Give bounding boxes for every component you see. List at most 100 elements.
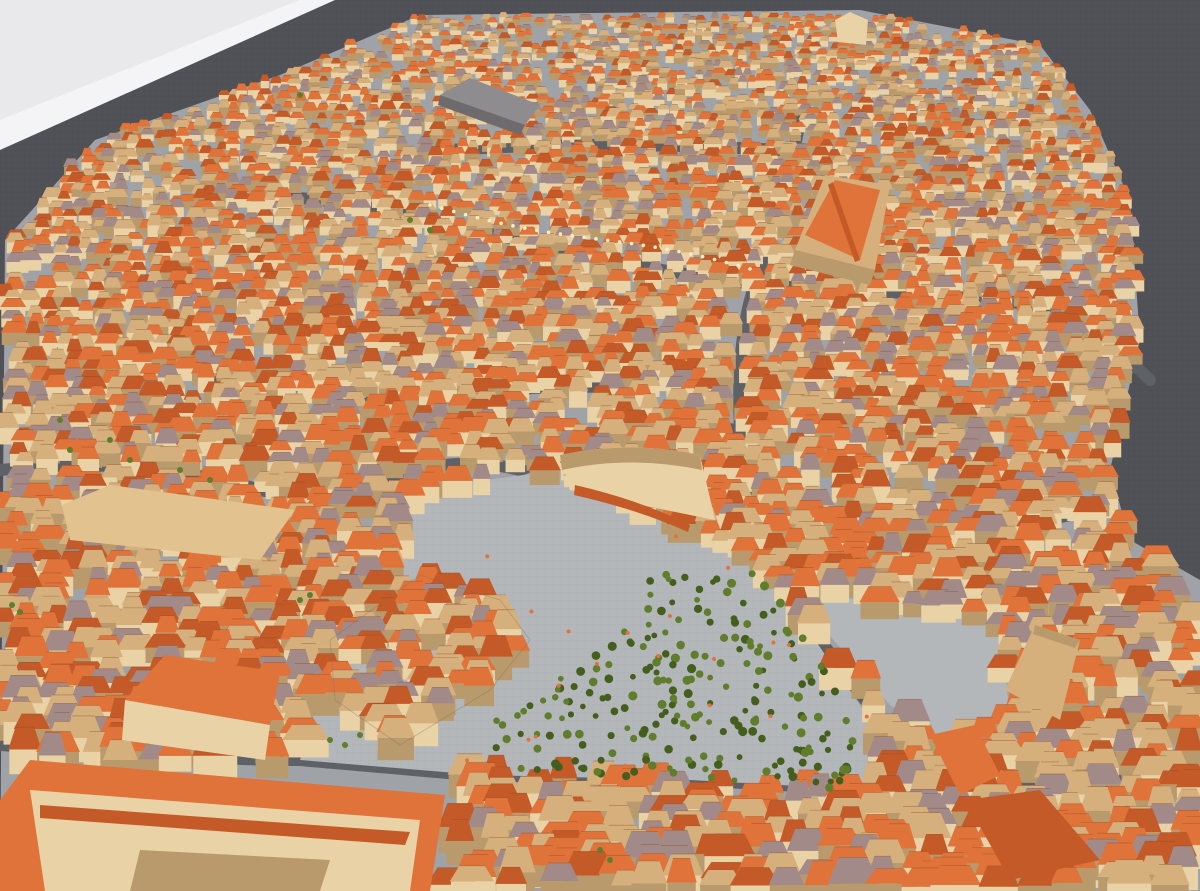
tree (722, 683, 730, 690)
lamp-marker (465, 758, 470, 763)
street-light (700, 254, 705, 259)
tree (743, 620, 752, 628)
tree (819, 734, 827, 743)
tree (736, 754, 743, 760)
lamp-marker (623, 763, 628, 768)
tree (664, 744, 673, 754)
tree (597, 756, 605, 764)
tree (608, 749, 617, 758)
tree (835, 776, 844, 785)
tree (57, 417, 63, 423)
tree (699, 752, 708, 761)
tree (673, 712, 681, 719)
tree (798, 758, 807, 767)
tree (427, 227, 433, 233)
tree (740, 599, 747, 607)
tree (726, 578, 737, 588)
lamp-marker (656, 653, 661, 658)
tree (817, 662, 825, 671)
tree (207, 477, 213, 483)
tree (703, 608, 712, 616)
tree (552, 694, 559, 701)
tree (357, 732, 363, 738)
tree (648, 732, 657, 741)
street-light (428, 203, 432, 207)
tree (731, 633, 740, 642)
tree (657, 699, 667, 709)
tree (774, 773, 781, 780)
street-light (582, 235, 586, 240)
tree (668, 701, 676, 709)
tree (307, 592, 313, 598)
tree (642, 665, 651, 674)
tree (597, 847, 603, 853)
tree (662, 650, 670, 658)
lamp-marker (625, 630, 630, 635)
tree (578, 765, 584, 771)
tree (644, 605, 653, 613)
tree (545, 731, 554, 740)
tree (639, 643, 647, 651)
tree (776, 757, 785, 766)
tree (689, 734, 697, 742)
street-light (570, 233, 575, 238)
city-render-viewport (0, 0, 1200, 891)
tree (592, 664, 601, 673)
tree (842, 717, 850, 725)
tree (646, 577, 654, 585)
tree (526, 702, 534, 710)
tree (610, 707, 619, 716)
tree (731, 777, 738, 784)
tree (831, 771, 839, 779)
tree (771, 629, 777, 636)
street-light (641, 243, 646, 248)
tree (694, 596, 701, 603)
tree (796, 728, 806, 738)
tree (592, 713, 599, 719)
lamp-marker (484, 624, 489, 629)
tree (557, 675, 564, 682)
tree (327, 737, 333, 743)
tree (657, 606, 666, 616)
tree (563, 698, 570, 705)
tree (848, 737, 857, 745)
tree (607, 857, 613, 863)
tree (676, 640, 685, 650)
tree (607, 641, 617, 651)
tree (628, 691, 638, 701)
tree (644, 634, 651, 642)
tree (575, 729, 584, 739)
tree (107, 437, 113, 443)
tree (585, 688, 594, 697)
tree (707, 674, 714, 681)
tree (762, 767, 771, 776)
tree (825, 783, 834, 792)
tree (177, 467, 183, 473)
tree (640, 725, 649, 735)
tree (748, 570, 756, 578)
tree (645, 621, 652, 628)
tree (813, 762, 822, 771)
tree (647, 591, 654, 598)
tree (759, 581, 770, 591)
tree (652, 658, 661, 667)
street-light (475, 215, 480, 220)
tree (736, 645, 743, 653)
tree (831, 687, 839, 696)
house (859, 586, 900, 620)
lamp-marker (529, 609, 534, 614)
tree (551, 759, 561, 769)
tree (571, 757, 579, 765)
street-light (629, 241, 634, 246)
street-light (594, 237, 598, 241)
tree (669, 661, 677, 669)
tree (297, 92, 303, 98)
tree (669, 694, 678, 703)
tree (603, 693, 612, 702)
tree (730, 618, 740, 627)
tree (819, 690, 825, 697)
tree (67, 447, 73, 453)
tree (607, 731, 615, 740)
tree (687, 664, 697, 674)
tree (493, 717, 500, 725)
